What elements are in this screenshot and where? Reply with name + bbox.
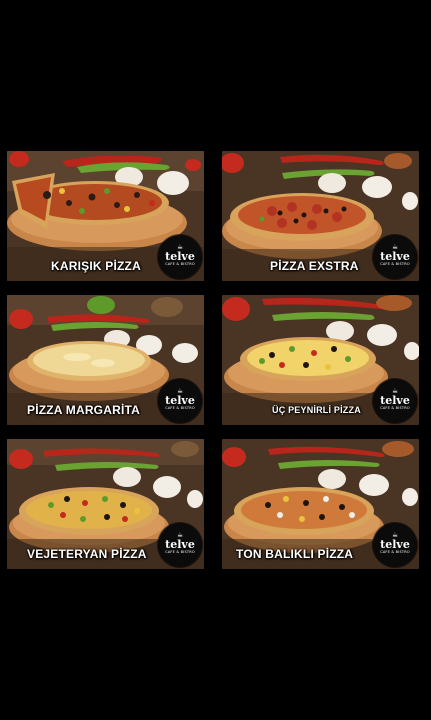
logo-name: telve	[380, 394, 410, 407]
logo-subtitle: CAFE & BISTRO	[380, 406, 410, 410]
logo-subtitle: CAFE & BISTRO	[165, 406, 195, 410]
logo-name: telve	[165, 538, 195, 551]
pizza-title: PİZZA EXSTRA	[270, 259, 359, 273]
logo-name: telve	[165, 250, 195, 263]
telve-logo: ☕ telve CAFE & BISTRO	[160, 525, 200, 565]
logo-name: telve	[380, 250, 410, 263]
pizza-title: VEJETERYAN PİZZA	[27, 547, 147, 561]
logo-subtitle: CAFE & BISTRO	[380, 550, 410, 554]
logo-subtitle: CAFE & BISTRO	[165, 262, 195, 266]
pizza-title: KARIŞIK PİZZA	[51, 259, 141, 273]
pizza-title: ÜÇ PEYNİRLİ PİZZA	[272, 405, 361, 415]
menu-card-pizza-margarita[interactable]: PİZZA MARGARİTA ☕ telve CAFE & BISTRO	[7, 295, 204, 425]
pizza-title: TON BALIKLI PİZZA	[236, 547, 354, 561]
logo-name: telve	[165, 394, 195, 407]
telve-logo: ☕ telve CAFE & BISTRO	[375, 525, 415, 565]
logo-subtitle: CAFE & BISTRO	[380, 262, 410, 266]
telve-logo: ☕ telve CAFE & BISTRO	[160, 381, 200, 421]
menu-card-uc-peynirli-pizza[interactable]: ÜÇ PEYNİRLİ PİZZA ☕ telve CAFE & BISTRO	[222, 295, 419, 425]
menu-card-ton-balikli-pizza[interactable]: TON BALIKLI PİZZA ☕ telve CAFE & BISTRO	[222, 439, 419, 569]
telve-logo: ☕ telve CAFE & BISTRO	[375, 237, 415, 277]
pizza-menu-grid: KARIŞIK PİZZA ☕ telve CAFE & BISTRO PİZZ…	[0, 0, 431, 720]
logo-name: telve	[380, 538, 410, 551]
logo-subtitle: CAFE & BISTRO	[165, 550, 195, 554]
telve-logo: ☕ telve CAFE & BISTRO	[375, 381, 415, 421]
menu-card-vejeteryan-pizza[interactable]: VEJETERYAN PİZZA ☕ telve CAFE & BISTRO	[7, 439, 204, 569]
pizza-title: PİZZA MARGARİTA	[27, 403, 140, 417]
menu-card-pizza-exstra[interactable]: PİZZA EXSTRA ☕ telve CAFE & BISTRO	[222, 151, 419, 281]
telve-logo: ☕ telve CAFE & BISTRO	[160, 237, 200, 277]
menu-card-karisik-pizza[interactable]: KARIŞIK PİZZA ☕ telve CAFE & BISTRO	[7, 151, 204, 281]
